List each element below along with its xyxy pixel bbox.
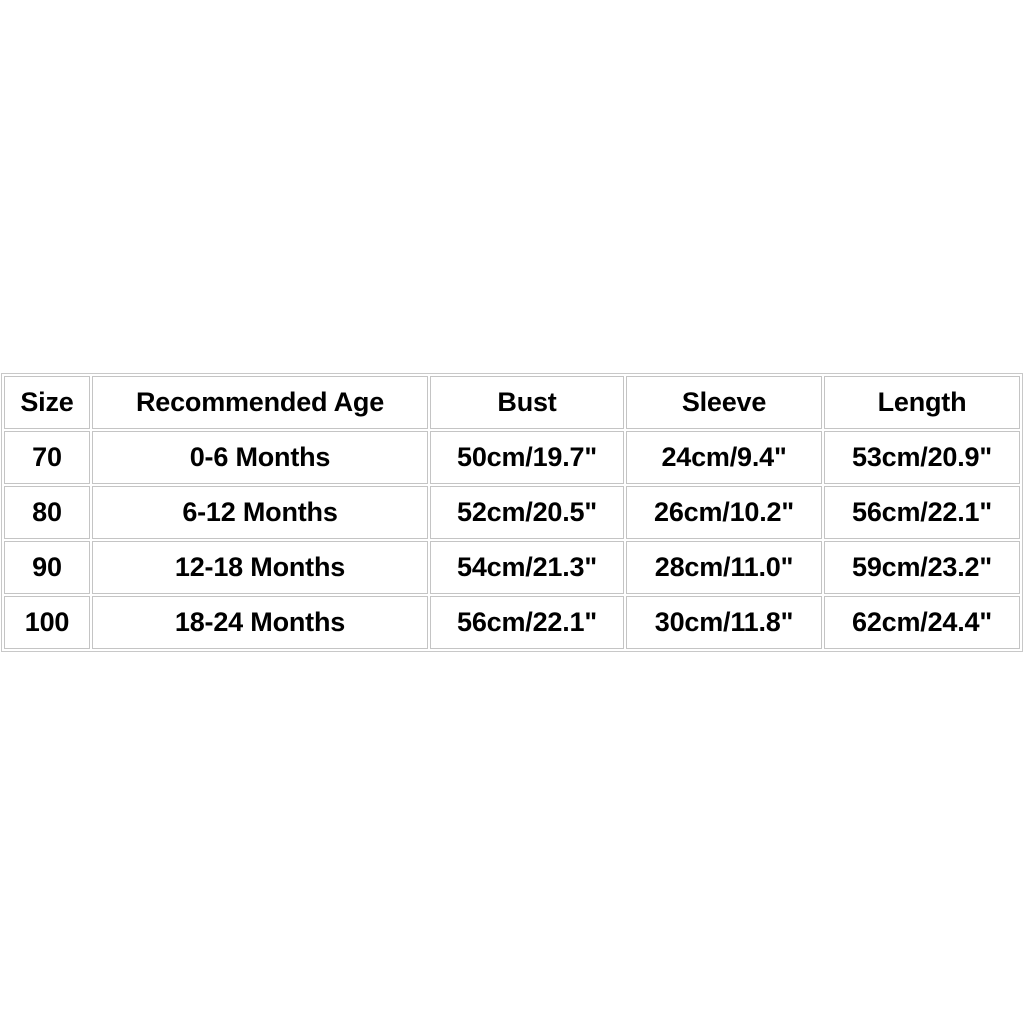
cell-size: 80 — [4, 486, 90, 539]
size-chart-container: Size Recommended Age Bust Sleeve Length … — [1, 373, 1023, 652]
header-cell-sleeve: Sleeve — [626, 376, 822, 429]
table-row: 70 0-6 Months 50cm/19.7" 24cm/9.4" 53cm/… — [4, 431, 1020, 484]
header-cell-bust: Bust — [430, 376, 624, 429]
cell-size: 100 — [4, 596, 90, 649]
table-row: 80 6-12 Months 52cm/20.5" 26cm/10.2" 56c… — [4, 486, 1020, 539]
header-cell-age: Recommended Age — [92, 376, 428, 429]
cell-bust: 54cm/21.3" — [430, 541, 624, 594]
cell-length: 59cm/23.2" — [824, 541, 1020, 594]
header-cell-length: Length — [824, 376, 1020, 429]
cell-age: 6-12 Months — [92, 486, 428, 539]
cell-age: 18-24 Months — [92, 596, 428, 649]
cell-length: 62cm/24.4" — [824, 596, 1020, 649]
table-row: 100 18-24 Months 56cm/22.1" 30cm/11.8" 6… — [4, 596, 1020, 649]
size-chart-header: Size Recommended Age Bust Sleeve Length — [4, 376, 1020, 429]
size-chart-table: Size Recommended Age Bust Sleeve Length … — [1, 373, 1023, 652]
header-cell-size: Size — [4, 376, 90, 429]
cell-sleeve: 30cm/11.8" — [626, 596, 822, 649]
table-row: 90 12-18 Months 54cm/21.3" 28cm/11.0" 59… — [4, 541, 1020, 594]
page-canvas: Size Recommended Age Bust Sleeve Length … — [0, 0, 1024, 1024]
cell-size: 70 — [4, 431, 90, 484]
table-header-row: Size Recommended Age Bust Sleeve Length — [4, 376, 1020, 429]
cell-bust: 56cm/22.1" — [430, 596, 624, 649]
cell-sleeve: 28cm/11.0" — [626, 541, 822, 594]
cell-age: 0-6 Months — [92, 431, 428, 484]
cell-bust: 50cm/19.7" — [430, 431, 624, 484]
cell-age: 12-18 Months — [92, 541, 428, 594]
cell-sleeve: 26cm/10.2" — [626, 486, 822, 539]
cell-length: 56cm/22.1" — [824, 486, 1020, 539]
cell-sleeve: 24cm/9.4" — [626, 431, 822, 484]
cell-length: 53cm/20.9" — [824, 431, 1020, 484]
cell-bust: 52cm/20.5" — [430, 486, 624, 539]
size-chart-body: 70 0-6 Months 50cm/19.7" 24cm/9.4" 53cm/… — [4, 431, 1020, 649]
cell-size: 90 — [4, 541, 90, 594]
